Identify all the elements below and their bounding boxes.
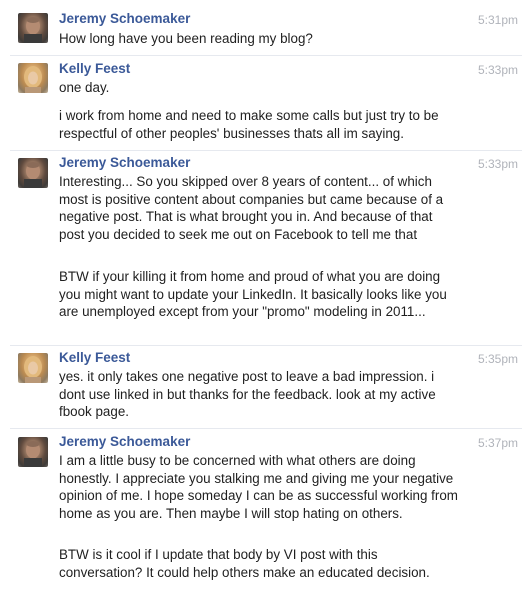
message-text: Interesting... So you skipped over 8 yea… xyxy=(59,174,444,242)
message-divider xyxy=(10,150,522,151)
avatar[interactable] xyxy=(18,353,48,383)
message-timestamp: 5:35pm xyxy=(477,352,518,366)
avatar[interactable] xyxy=(18,13,48,43)
message-text: How long have you been reading my blog? xyxy=(59,31,313,46)
sender-name[interactable]: Kelly Feest xyxy=(59,350,130,366)
message-text: yes. it only takes one negative post to … xyxy=(59,369,436,420)
sender-name[interactable]: Jeremy Schoemaker xyxy=(59,11,190,27)
message-timestamp: 5:33pm xyxy=(477,157,518,171)
message-divider xyxy=(10,428,522,429)
avatar[interactable] xyxy=(18,63,48,93)
avatar[interactable] xyxy=(18,158,48,188)
avatar[interactable] xyxy=(18,437,48,467)
message-timestamp: 5:37pm xyxy=(477,436,518,450)
message-text: BTW if your killing it from home and pro… xyxy=(59,269,447,320)
message-text: i work from home and need to make some c… xyxy=(59,108,439,141)
sender-name[interactable]: Jeremy Schoemaker xyxy=(59,434,190,450)
message-divider xyxy=(10,55,522,56)
message-timestamp: 5:33pm xyxy=(477,63,518,77)
message-text: I am a little busy to be concerned with … xyxy=(59,453,458,521)
sender-name[interactable]: Jeremy Schoemaker xyxy=(59,155,190,171)
message-text: BTW is it cool if I update that body by … xyxy=(59,547,430,580)
message-thread: Jeremy Schoemaker 5:31pm How long have y… xyxy=(0,0,528,600)
message-text: one day. xyxy=(59,80,110,95)
message-timestamp: 5:31pm xyxy=(477,13,518,27)
sender-name[interactable]: Kelly Feest xyxy=(59,61,130,77)
message-divider xyxy=(10,345,522,346)
